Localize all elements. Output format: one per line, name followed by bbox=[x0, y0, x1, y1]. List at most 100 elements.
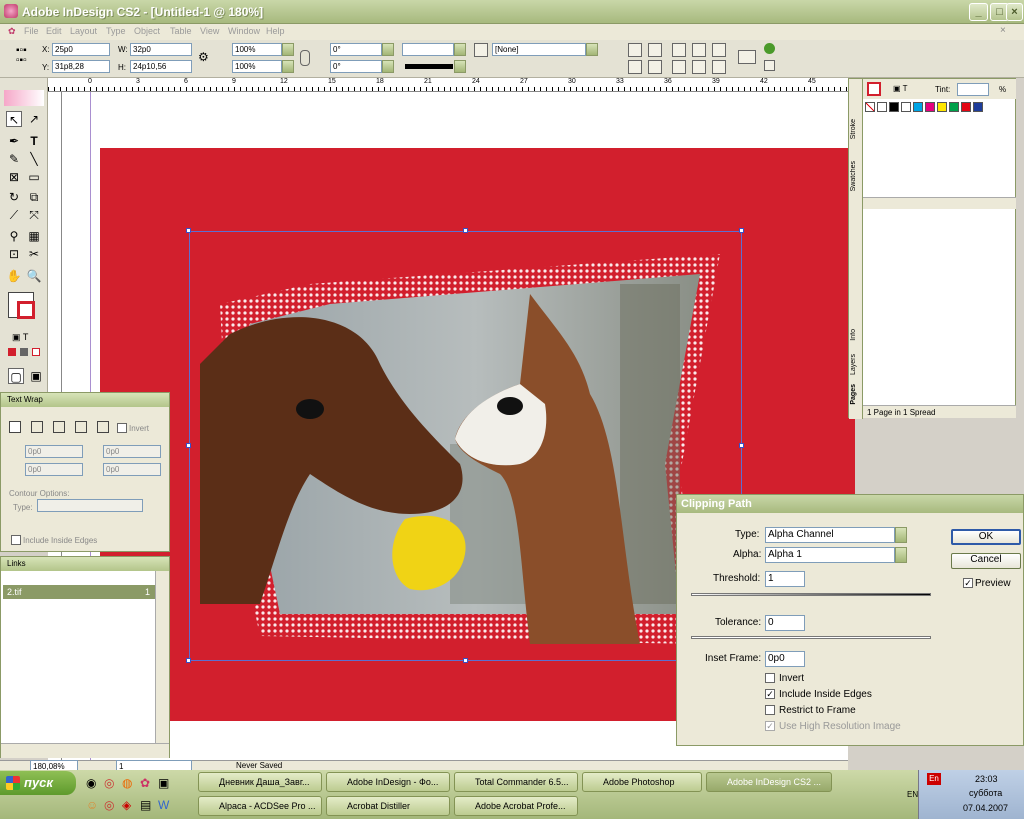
y-field[interactable]: 31p8,28 bbox=[52, 60, 110, 73]
task-indesign-cs2[interactable]: Adobe InDesign CS2 ... bbox=[706, 772, 832, 792]
preview-checkbox[interactable]: ✓ bbox=[963, 578, 973, 588]
w-field[interactable]: 32p0 bbox=[130, 43, 192, 56]
menu-view[interactable]: View bbox=[200, 26, 219, 36]
ok-button[interactable]: OK bbox=[951, 529, 1021, 545]
wrap-bounding-box-icon[interactable] bbox=[31, 421, 43, 433]
jump-next-column-icon[interactable] bbox=[97, 421, 109, 433]
panel-menu-icon[interactable] bbox=[764, 60, 775, 71]
preview-mode-icon[interactable]: ▣ bbox=[28, 368, 44, 384]
quicklaunch-word-icon[interactable]: W bbox=[158, 798, 169, 812]
link-row-selected[interactable]: 2.tif 1 bbox=[3, 585, 155, 599]
frame-handle-top-center[interactable] bbox=[463, 228, 468, 233]
clip-type-dropdown[interactable] bbox=[895, 527, 907, 543]
stroke-swatch[interactable] bbox=[17, 301, 35, 319]
restrict-to-frame-checkbox[interactable] bbox=[765, 705, 775, 715]
center-content-icon[interactable] bbox=[712, 43, 726, 57]
task-acrobat-pro[interactable]: Adobe Acrobat Profe... bbox=[454, 796, 578, 816]
apply-gradient-icon[interactable] bbox=[20, 348, 28, 356]
tint-field[interactable] bbox=[957, 83, 989, 96]
fit-proportional-icon[interactable] bbox=[672, 60, 686, 74]
quicklaunch-ie-icon[interactable]: ◉ bbox=[86, 776, 96, 790]
apply-color-icon[interactable] bbox=[8, 348, 16, 356]
stroke-type-preview[interactable] bbox=[405, 64, 453, 69]
hand-tool-icon[interactable]: ✋ bbox=[6, 268, 22, 284]
frame-handle-middle-left[interactable] bbox=[186, 443, 191, 448]
swatch-registration[interactable] bbox=[901, 102, 911, 112]
quicklaunch-opera-icon[interactable]: ◎ bbox=[104, 776, 114, 790]
jump-object-icon[interactable] bbox=[75, 421, 87, 433]
shear-dropdown[interactable] bbox=[382, 60, 394, 73]
swatch-black[interactable] bbox=[889, 102, 899, 112]
menu-help[interactable]: Help bbox=[266, 26, 285, 36]
include-inside-edges-checkbox[interactable] bbox=[11, 535, 21, 545]
frame-handle-bottom-left[interactable] bbox=[186, 658, 191, 663]
links-header[interactable]: Links bbox=[1, 557, 169, 571]
formatting-container-icon[interactable]: ▣ T bbox=[12, 332, 28, 343]
fill-proportional-icon[interactable] bbox=[692, 60, 706, 74]
task-photoshop[interactable]: Adobe Photoshop bbox=[582, 772, 702, 792]
rectangle-frame-tool-icon[interactable]: ⊠ bbox=[6, 169, 22, 185]
task-total-commander[interactable]: Total Commander 6.5... bbox=[454, 772, 578, 792]
rectangle-tool-icon[interactable]: ▭ bbox=[26, 169, 42, 185]
language-code[interactable]: EN bbox=[907, 790, 918, 799]
frame-handle-top-right[interactable] bbox=[739, 228, 744, 233]
quicklaunch-app-icon[interactable]: ▣ bbox=[158, 776, 169, 790]
fill-stroke-swatch[interactable] bbox=[8, 292, 35, 319]
direct-selection-tool-icon[interactable]: ↗ bbox=[26, 111, 42, 127]
threshold-slider[interactable] bbox=[691, 593, 931, 596]
pencil-tool-icon[interactable]: ✎ bbox=[6, 151, 22, 167]
shear-tool-icon[interactable]: ⟋ bbox=[6, 207, 22, 223]
swatch-none[interactable] bbox=[865, 102, 875, 112]
quicklaunch-acrobat-icon[interactable]: ◈ bbox=[122, 798, 131, 812]
clip-type-select[interactable]: Alpha Channel bbox=[765, 527, 895, 543]
invert-checkbox[interactable] bbox=[117, 423, 127, 433]
menu-file[interactable]: File bbox=[24, 26, 39, 36]
cancel-button[interactable]: Cancel bbox=[951, 553, 1021, 569]
eyedropper-tool-icon[interactable]: ⚲ bbox=[6, 228, 22, 244]
reference-point-icon[interactable]: ▪▫▪ ▫▪▫ bbox=[16, 46, 36, 68]
menu-table[interactable]: Table bbox=[170, 26, 192, 36]
language-indicator[interactable]: En bbox=[927, 773, 941, 785]
window-title-bar[interactable]: Adobe InDesign CS2 - [Untitled-1 @ 180%]… bbox=[0, 0, 1024, 24]
swatch-blue[interactable] bbox=[973, 102, 983, 112]
left-offset-field[interactable]: 0p0 bbox=[103, 445, 161, 458]
free-transform-tool-icon[interactable]: ⤧ bbox=[26, 207, 42, 223]
menu-window[interactable]: Window bbox=[228, 26, 260, 36]
image-frame-bounding-box[interactable] bbox=[189, 231, 742, 661]
right-offset-field[interactable]: 0p0 bbox=[103, 463, 161, 476]
tab-swatches[interactable]: Swatches bbox=[850, 161, 857, 191]
go-to-bridge-icon[interactable] bbox=[764, 43, 775, 54]
scale-y-dropdown[interactable] bbox=[282, 60, 294, 73]
zoom-tool-icon[interactable]: 🔍 bbox=[26, 268, 42, 284]
swatch-red[interactable] bbox=[961, 102, 971, 112]
apply-none-icon[interactable] bbox=[32, 348, 40, 356]
menu-type[interactable]: Type bbox=[106, 26, 126, 36]
swatch-cyan[interactable] bbox=[913, 102, 923, 112]
frame-handle-middle-right[interactable] bbox=[739, 443, 744, 448]
constrain-proportions-icon[interactable] bbox=[300, 50, 310, 66]
swatch-green[interactable] bbox=[949, 102, 959, 112]
horizontal-ruler[interactable]: 0 3 6 9 12 15 18 21 24 27 30 33 36 39 42… bbox=[48, 78, 848, 92]
swatch-yellow[interactable] bbox=[937, 102, 947, 112]
swatch-paper[interactable] bbox=[877, 102, 887, 112]
hires-checkbox[interactable]: ✓ bbox=[765, 721, 775, 731]
quicklaunch-doc-icon[interactable]: ▤ bbox=[140, 798, 151, 812]
tolerance-field[interactable]: 0 bbox=[765, 615, 805, 631]
stroke-weight-field[interactable] bbox=[402, 43, 454, 56]
clip-include-edges-checkbox[interactable]: ✓ bbox=[765, 689, 775, 699]
clip-invert-checkbox[interactable] bbox=[765, 673, 775, 683]
quicklaunch-firefox-icon[interactable]: ◍ bbox=[122, 776, 132, 790]
scale-tool-icon[interactable]: ⧉ bbox=[26, 189, 42, 205]
quick-apply-icon[interactable] bbox=[738, 50, 756, 64]
stroke-type-dropdown[interactable] bbox=[454, 60, 466, 73]
text-wrap-header[interactable]: Text Wrap bbox=[1, 393, 169, 407]
task-acdsee[interactable]: Alpaca - ACDSee Pro ... bbox=[198, 796, 322, 816]
button-tool-icon[interactable]: ⊡ bbox=[6, 246, 22, 262]
close-button[interactable]: × bbox=[1006, 3, 1023, 21]
menu-object[interactable]: Object bbox=[134, 26, 160, 36]
object-style-field[interactable]: [None] bbox=[492, 43, 586, 56]
fit-content-icon[interactable] bbox=[672, 43, 686, 57]
frame-handle-top-left[interactable] bbox=[186, 228, 191, 233]
stroke-weight-dropdown[interactable] bbox=[454, 43, 466, 56]
alpha-select[interactable]: Alpha 1 bbox=[765, 547, 895, 563]
